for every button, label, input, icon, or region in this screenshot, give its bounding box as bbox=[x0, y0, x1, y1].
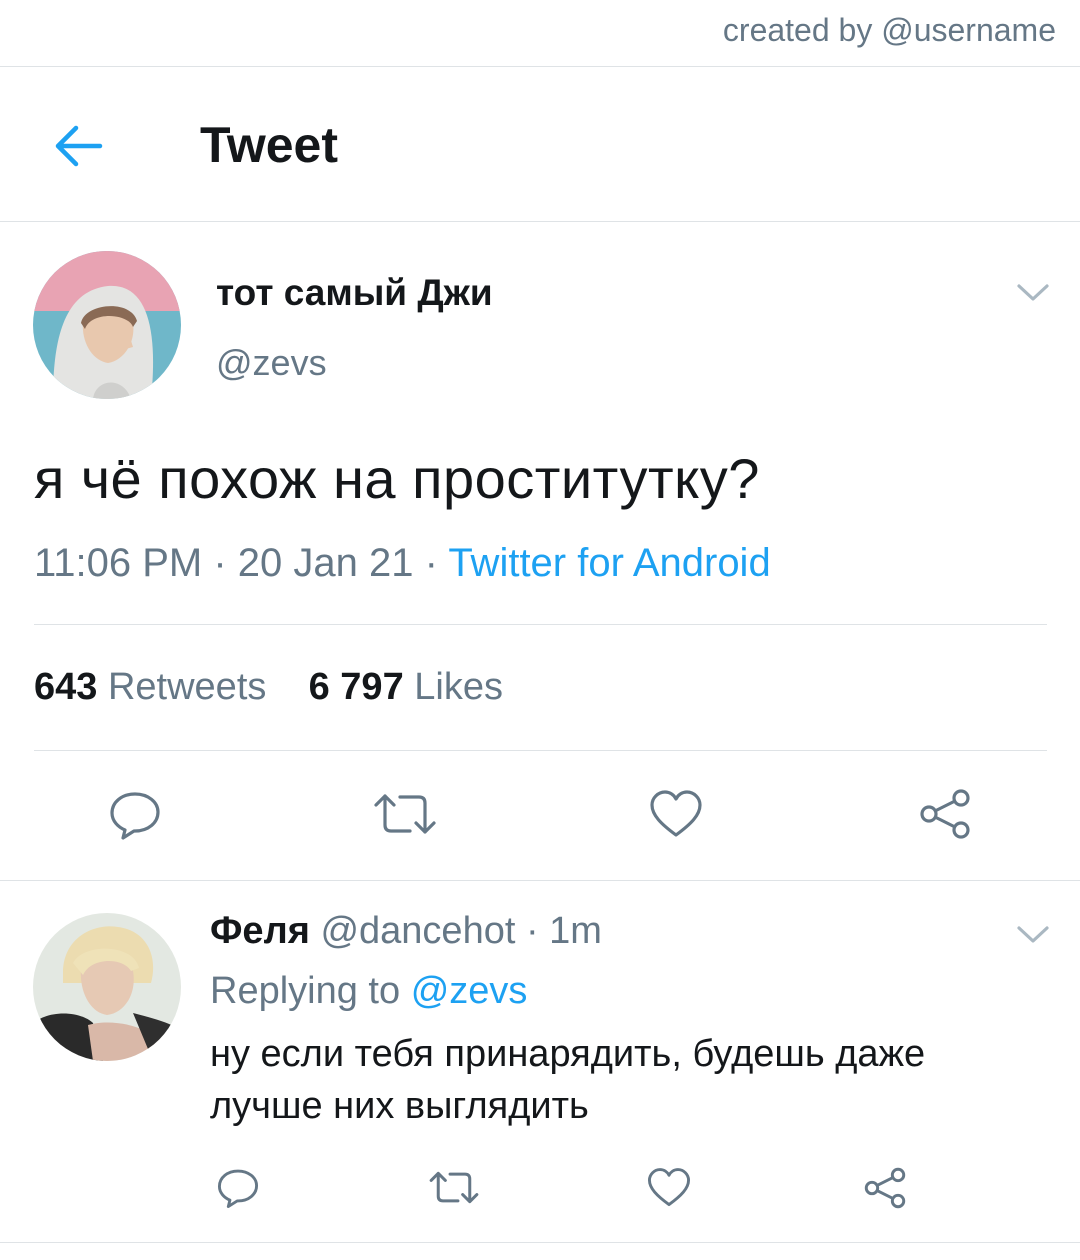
retweets-stat[interactable]: 643 Retweets bbox=[34, 666, 266, 708]
display-name[interactable]: тот самый Джи bbox=[216, 272, 493, 314]
handle[interactable]: @zevs bbox=[216, 342, 327, 384]
retweet-icon[interactable] bbox=[372, 791, 438, 837]
retweets-label: Retweets bbox=[107, 666, 267, 708]
separator: · bbox=[515, 910, 550, 952]
page-title: Tweet bbox=[200, 117, 338, 173]
like-icon[interactable] bbox=[647, 1167, 691, 1208]
reply-icon[interactable] bbox=[216, 1167, 260, 1209]
divider bbox=[0, 221, 1080, 222]
divider bbox=[34, 750, 1047, 751]
replying-to-link[interactable]: @zevs bbox=[411, 970, 528, 1012]
tweet-stats: 643 Retweets 6 797 Likes bbox=[34, 666, 503, 709]
divider bbox=[0, 880, 1080, 881]
retweets-count: 643 bbox=[34, 666, 98, 708]
credit-watermark: created by @username bbox=[722, 12, 1056, 48]
divider bbox=[0, 66, 1080, 67]
avatar[interactable] bbox=[33, 251, 181, 399]
replying-label: Replying to bbox=[210, 970, 401, 1012]
handle[interactable]: @dancehot bbox=[320, 910, 515, 952]
reply-time: 1m bbox=[549, 910, 602, 952]
divider bbox=[0, 1242, 1080, 1243]
chevron-down-icon[interactable] bbox=[1016, 924, 1050, 946]
tweet-meta: 11:06 PM · 20 Jan 21 · Twitter for Andro… bbox=[34, 541, 771, 586]
tweet-text: я чё похож на проститутку? bbox=[34, 447, 760, 510]
tweet-time: 11:06 PM bbox=[34, 541, 203, 585]
retweet-icon[interactable] bbox=[428, 1169, 480, 1206]
arrow-left-icon[interactable] bbox=[50, 120, 106, 172]
likes-stat[interactable]: 6 797 Likes bbox=[309, 666, 503, 708]
avatar[interactable] bbox=[33, 913, 181, 1061]
separator: · bbox=[413, 541, 449, 585]
chevron-down-icon[interactable] bbox=[1016, 282, 1050, 304]
like-icon[interactable] bbox=[649, 789, 703, 839]
tweet-source-link[interactable]: Twitter for Android bbox=[448, 541, 770, 585]
separator: · bbox=[202, 541, 238, 585]
divider bbox=[34, 624, 1047, 625]
replying-to: Replying to @zevs bbox=[210, 970, 527, 1013]
display-name[interactable]: Феля bbox=[210, 910, 310, 952]
likes-label: Likes bbox=[414, 666, 503, 708]
share-icon[interactable] bbox=[863, 1166, 907, 1210]
likes-count: 6 797 bbox=[308, 666, 404, 708]
reply-header: Феля @dancehot · 1m bbox=[210, 910, 602, 953]
reply-text: ну если тебя принарядить, будешь даже лу… bbox=[210, 1033, 926, 1127]
reply-icon[interactable] bbox=[108, 789, 162, 841]
share-icon[interactable] bbox=[918, 787, 972, 841]
tweet-date: 20 Jan 21 bbox=[237, 541, 414, 585]
